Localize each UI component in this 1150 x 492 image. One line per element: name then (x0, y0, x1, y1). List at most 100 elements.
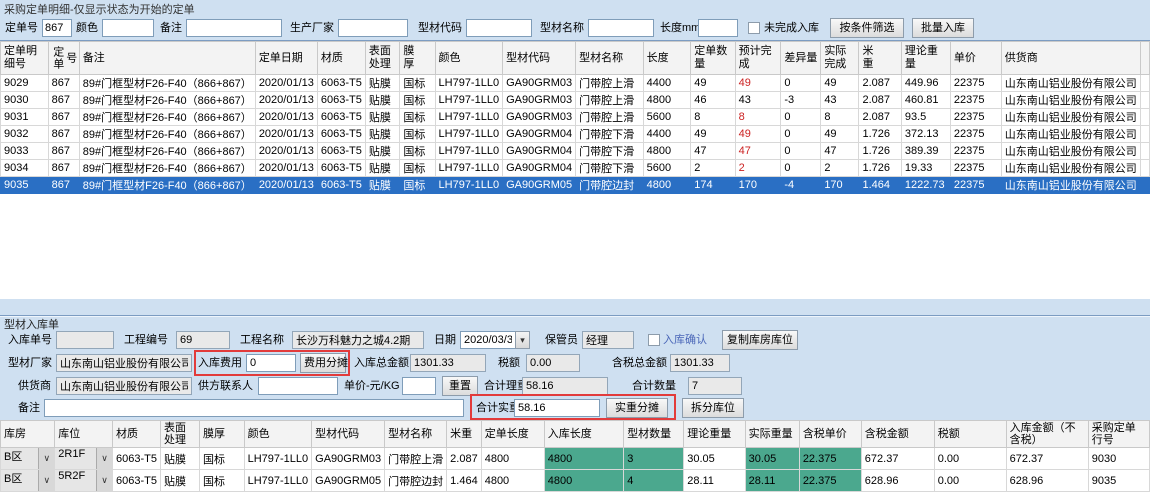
cell-surface[interactable]: 贴膜 (365, 160, 399, 177)
cell-price[interactable]: 22375 (950, 75, 1001, 92)
column-header-uprice[interactable]: 含税单价 (799, 421, 861, 448)
cell-diff[interactable]: 0 (781, 126, 821, 143)
cell-surface[interactable]: 贴膜 (161, 448, 200, 470)
cell-line[interactable]: 9035 (1088, 470, 1149, 492)
cell-name[interactable]: 门带腔上滑 (576, 109, 643, 126)
table-row[interactable]: B区5R2F6063-T5贴膜国标LH797-1LL0GA90GRM05门带腔边… (1, 470, 1150, 492)
cell-x[interactable] (1140, 160, 1149, 177)
cell-mw[interactable]: 1.726 (859, 160, 901, 177)
cell-film[interactable]: 国标 (200, 448, 245, 470)
cell-tw[interactable]: 372.13 (901, 126, 950, 143)
cell-tw[interactable]: 28.11 (684, 470, 745, 492)
cell-actual[interactable]: 43 (821, 92, 859, 109)
cell-date[interactable]: 2020/01/13 (255, 126, 317, 143)
cell-tw[interactable]: 389.39 (901, 143, 950, 160)
cell-code[interactable]: GA90GRM03 (312, 448, 385, 470)
cell-order[interactable]: 867 (48, 92, 79, 109)
tax-field[interactable] (526, 354, 580, 372)
cell-forecast[interactable]: 170 (735, 177, 781, 194)
cell-price[interactable]: 22375 (950, 160, 1001, 177)
cell-material[interactable]: 6063-T5 (317, 143, 365, 160)
cell-material[interactable]: 6063-T5 (317, 75, 365, 92)
cell-name[interactable]: 门带腔上滑 (385, 448, 447, 470)
cell-name[interactable]: 门带腔下滑 (576, 126, 643, 143)
column-header-supplier[interactable]: 供货商 (1001, 42, 1140, 75)
cell-name[interactable]: 门带腔上滑 (576, 75, 643, 92)
column-header-loc[interactable]: 库位 (55, 421, 113, 448)
cell-id[interactable]: 9035 (1, 177, 49, 194)
cell-qty[interactable]: 174 (691, 177, 735, 194)
cell-surface[interactable]: 贴膜 (365, 143, 399, 160)
cell-qty[interactable]: 49 (691, 75, 735, 92)
cell-qty[interactable]: 3 (624, 448, 684, 470)
cell-code[interactable]: GA90GRM04 (503, 143, 576, 160)
cell-name[interactable]: 门带腔边封 (576, 177, 643, 194)
batch-inbound-button[interactable]: 批量入库 (912, 18, 974, 38)
column-header-code[interactable]: 型材代码 (503, 42, 576, 75)
cell-amount[interactable]: 672.37 (861, 448, 934, 470)
total-aweight-field[interactable] (514, 399, 600, 417)
cell-x[interactable] (1140, 143, 1149, 160)
cell-color[interactable]: LH797-1LL0 (435, 160, 503, 177)
total-qty-field[interactable] (688, 377, 742, 395)
column-header-material[interactable]: 材质 (317, 42, 365, 75)
column-header-diff[interactable]: 差异量 (781, 42, 821, 75)
cell-price[interactable]: 22375 (950, 177, 1001, 194)
table-row[interactable]: 903386789#门框型材F26-F40（866+867）2020/01/13… (1, 143, 1150, 160)
column-header-note[interactable]: 备注 (79, 42, 255, 75)
cell-material[interactable]: 6063-T5 (317, 177, 365, 194)
cell-name[interactable]: 门带腔下滑 (576, 143, 643, 160)
cell-forecast[interactable]: 43 (735, 92, 781, 109)
cell-len[interactable]: 5600 (643, 160, 691, 177)
column-header-aw[interactable]: 实际重量 (745, 421, 799, 448)
column-header-tw[interactable]: 理论重量 (684, 421, 745, 448)
cell-actual[interactable]: 49 (821, 75, 859, 92)
cell-film[interactable]: 国标 (200, 470, 245, 492)
date-dropdown-icon[interactable] (515, 331, 530, 349)
cell-order[interactable]: 867 (48, 75, 79, 92)
cell-forecast[interactable]: 8 (735, 109, 781, 126)
cell-name[interactable]: 门带腔下滑 (576, 160, 643, 177)
filter-by-condition-button[interactable]: 按条件筛选 (830, 18, 904, 38)
unit-price-field[interactable] (402, 377, 436, 395)
cell-material[interactable]: 6063-T5 (317, 160, 365, 177)
column-header-color[interactable]: 颜色 (435, 42, 503, 75)
column-header-film[interactable]: 膜厚 (200, 421, 245, 448)
cell-tw[interactable]: 460.81 (901, 92, 950, 109)
factory-filter-input[interactable] (338, 19, 408, 37)
cell-forecast[interactable]: 2 (735, 160, 781, 177)
cell-surface[interactable]: 贴膜 (365, 75, 399, 92)
cell-mw[interactable]: 1.726 (859, 143, 901, 160)
cell-date[interactable]: 2020/01/13 (255, 143, 317, 160)
reset-button[interactable]: 重置 (442, 376, 478, 396)
cell-qty[interactable]: 46 (691, 92, 735, 109)
cell-actual[interactable]: 2 (821, 160, 859, 177)
aweight-allocate-button[interactable]: 实重分摊 (606, 398, 668, 418)
inbound-confirm-checkbox[interactable] (648, 334, 660, 346)
total-with-tax-field[interactable] (670, 354, 730, 372)
cell-amount[interactable]: 628.96 (861, 470, 934, 492)
name-filter-input[interactable] (588, 19, 654, 37)
combo-arrow-icon[interactable] (96, 448, 112, 469)
cell-actual[interactable]: 170 (821, 177, 859, 194)
cell-diff[interactable]: -3 (781, 92, 821, 109)
table-row[interactable]: B区2R1F6063-T5贴膜国标LH797-1LL0GA90GRM03门带腔上… (1, 448, 1150, 470)
cell-loc[interactable]: 2R1F (55, 448, 113, 470)
column-header-net[interactable]: 入库金额（不含税） (1006, 421, 1088, 448)
cell-code[interactable]: GA90GRM03 (503, 75, 576, 92)
cell-color[interactable]: LH797-1LL0 (435, 109, 503, 126)
entry-no-field[interactable] (56, 331, 114, 349)
column-header-color[interactable]: 颜色 (244, 421, 312, 448)
cell-mw[interactable]: 2.087 (859, 109, 901, 126)
table-row[interactable]: 903186789#门框型材F26-F40（866+867）2020/01/13… (1, 109, 1150, 126)
cell-order[interactable]: 867 (48, 160, 79, 177)
total-tweight-field[interactable] (522, 377, 608, 395)
cell-x[interactable] (1140, 126, 1149, 143)
cell-note[interactable]: 89#门框型材F26-F40（866+867） (79, 109, 255, 126)
cell-tw[interactable]: 30.05 (684, 448, 745, 470)
cell-color[interactable]: LH797-1LL0 (244, 448, 312, 470)
cell-order[interactable]: 867 (48, 109, 79, 126)
cell-film[interactable]: 国标 (400, 75, 435, 92)
total-amount-field[interactable] (410, 354, 486, 372)
column-header-qty[interactable]: 定单数量 (691, 42, 735, 75)
